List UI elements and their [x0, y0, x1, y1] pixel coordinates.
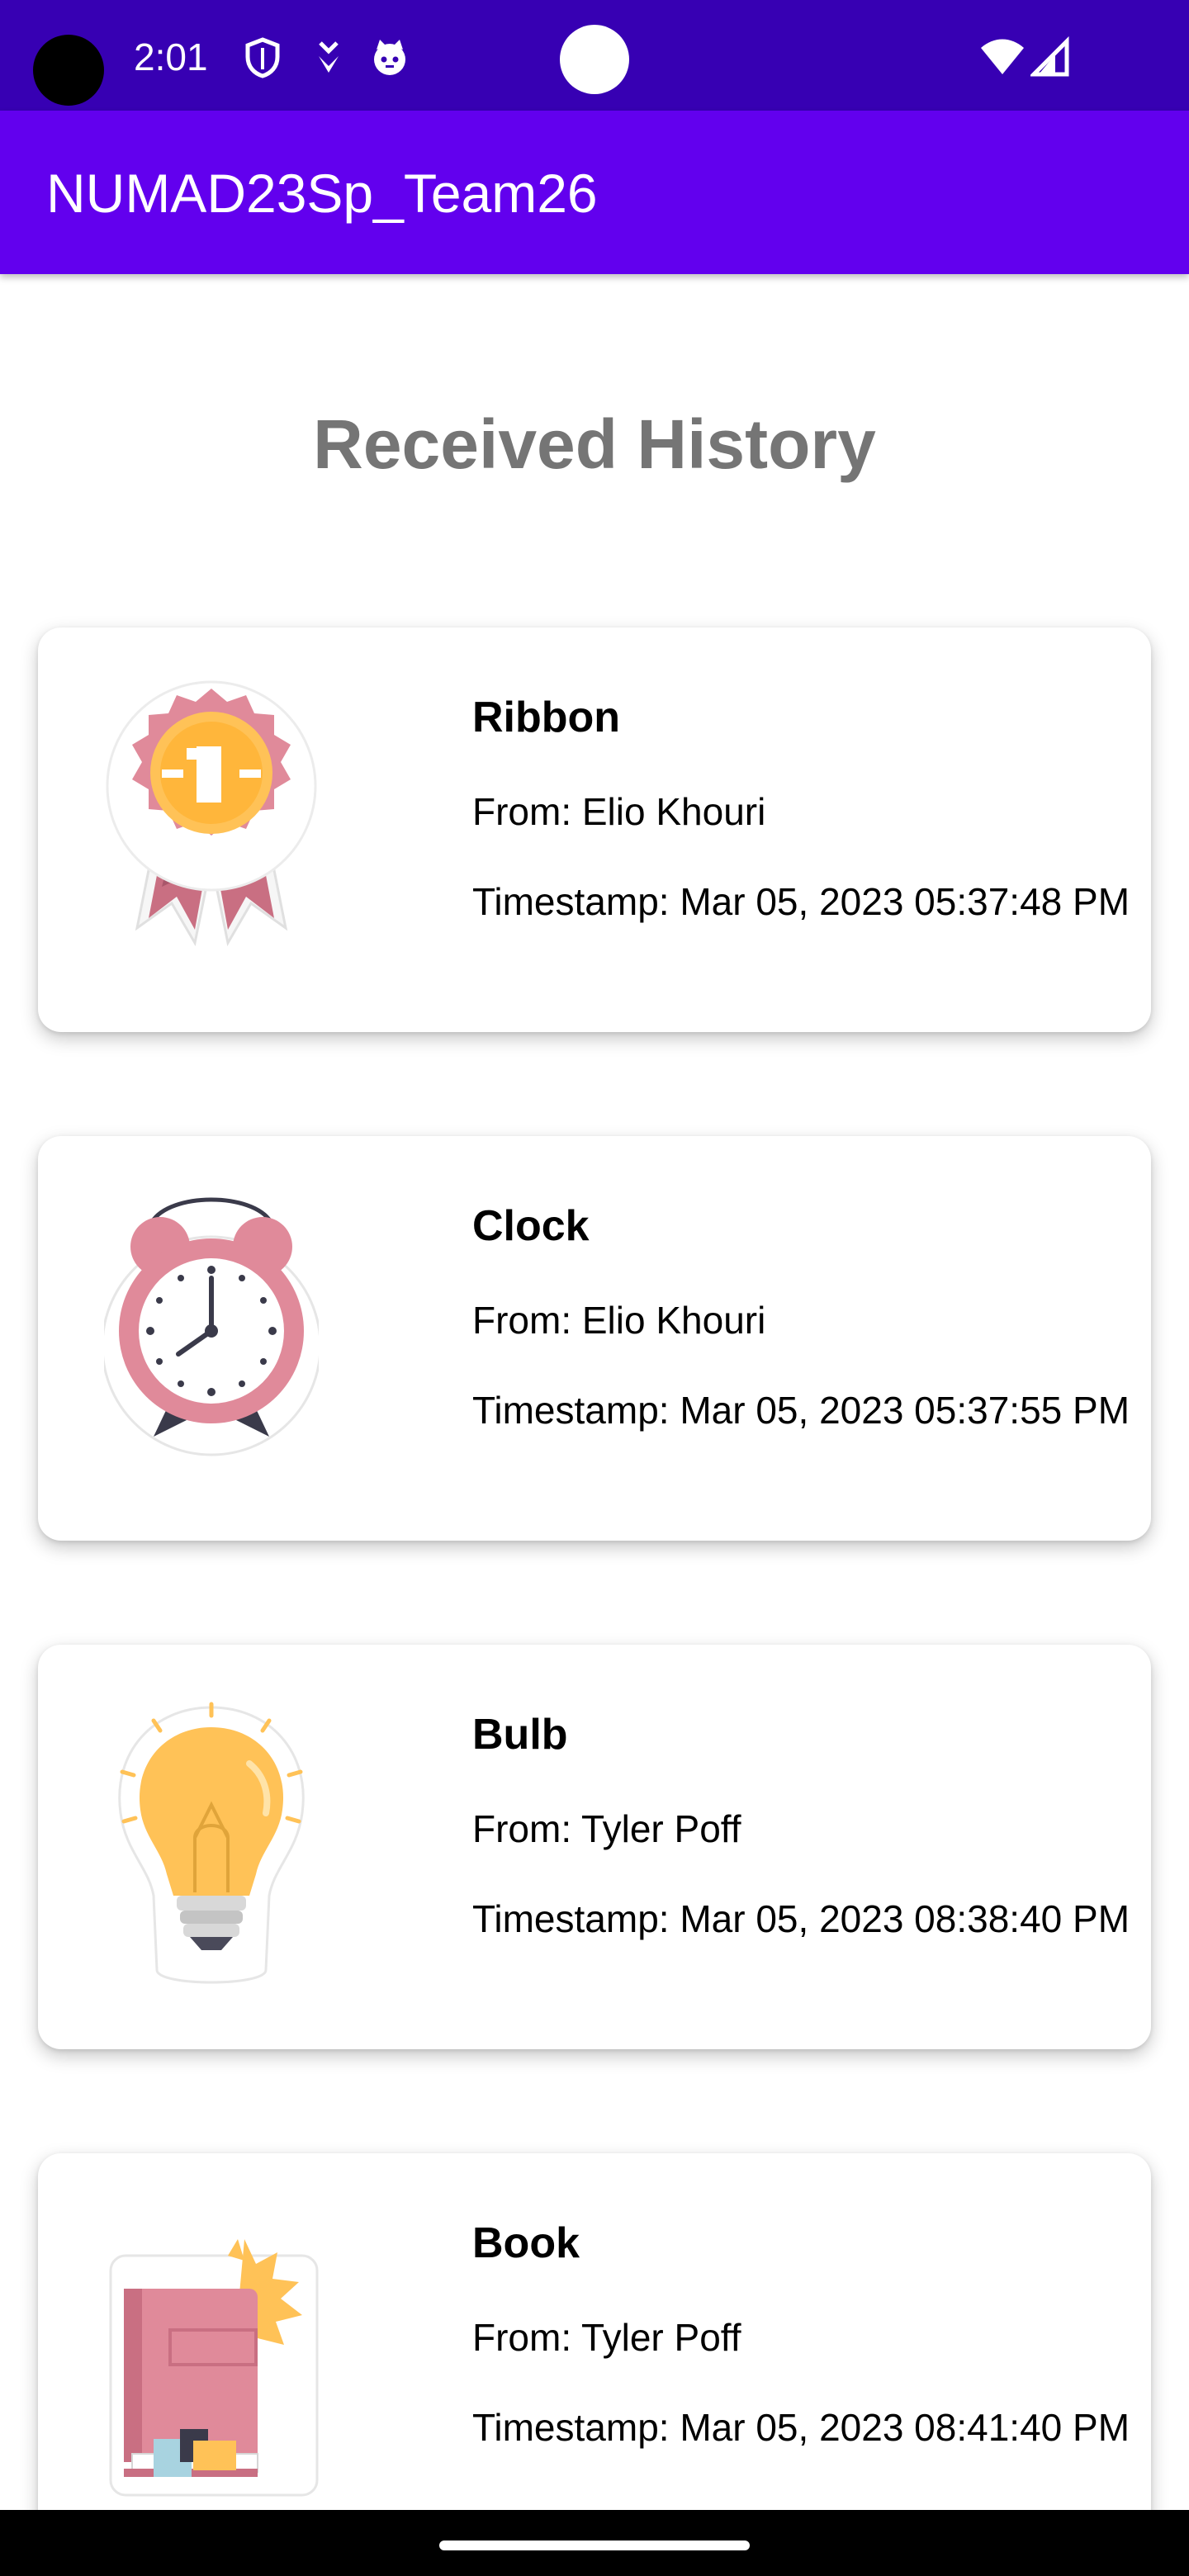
download-icon [319, 41, 339, 73]
timestamp-text: Timestamp: Mar 05, 2023 08:38:40 PM [472, 1897, 1130, 1940]
cell-signal-icon [1030, 36, 1069, 77]
timestamp-text: Timestamp: Mar 05, 2023 05:37:48 PM [472, 880, 1130, 923]
sticker-name: Ribbon [472, 694, 621, 741]
page-title: Received History [313, 405, 876, 483]
sticker-name: Book [472, 2219, 580, 2267]
sticker-name: Clock [472, 1202, 590, 1250]
list-item[interactable]: Bulb From: Tyler Poff Timestamp: Mar 05,… [38, 1645, 1151, 2049]
sender-text: From: Tyler Poff [472, 1807, 741, 1850]
cat-face-icon [374, 40, 405, 75]
status-bar: 2:01 [0, 0, 1189, 111]
sticker-name: Bulb [472, 1711, 568, 1759]
navigation-bar [0, 2510, 1189, 2576]
app-bar: NUMAD23Sp_Team26 [0, 111, 1189, 274]
list-item[interactable]: Ribbon From: Elio Khouri Timestamp: Mar … [38, 627, 1151, 1032]
book-icon [109, 2239, 319, 2497]
home-gesture-handle[interactable] [439, 2540, 750, 2550]
sender-text: From: Elio Khouri [472, 1299, 766, 1342]
shield-icon [245, 37, 280, 78]
status-time: 2:01 [134, 36, 208, 78]
clock-icon [104, 1197, 319, 1456]
bulb-icon [118, 1702, 305, 1984]
timestamp-text: Timestamp: Mar 05, 2023 05:37:55 PM [472, 1389, 1130, 1432]
ribbon-icon [106, 680, 317, 947]
center-notification-dot [560, 25, 629, 94]
sender-text: From: Elio Khouri [472, 790, 766, 833]
list-item[interactable]: Clock From: Elio Khouri Timestamp: Mar 0… [38, 1136, 1151, 1541]
camera-cutout [33, 35, 104, 106]
timestamp-text: Timestamp: Mar 05, 2023 08:41:40 PM [472, 2406, 1130, 2449]
list-item[interactable]: Book From: Tyler Poff Timestamp: Mar 05,… [38, 2153, 1151, 2558]
sender-text: From: Tyler Poff [472, 2316, 741, 2359]
wifi-icon [981, 39, 1024, 74]
app-title: NUMAD23Sp_Team26 [46, 163, 598, 224]
